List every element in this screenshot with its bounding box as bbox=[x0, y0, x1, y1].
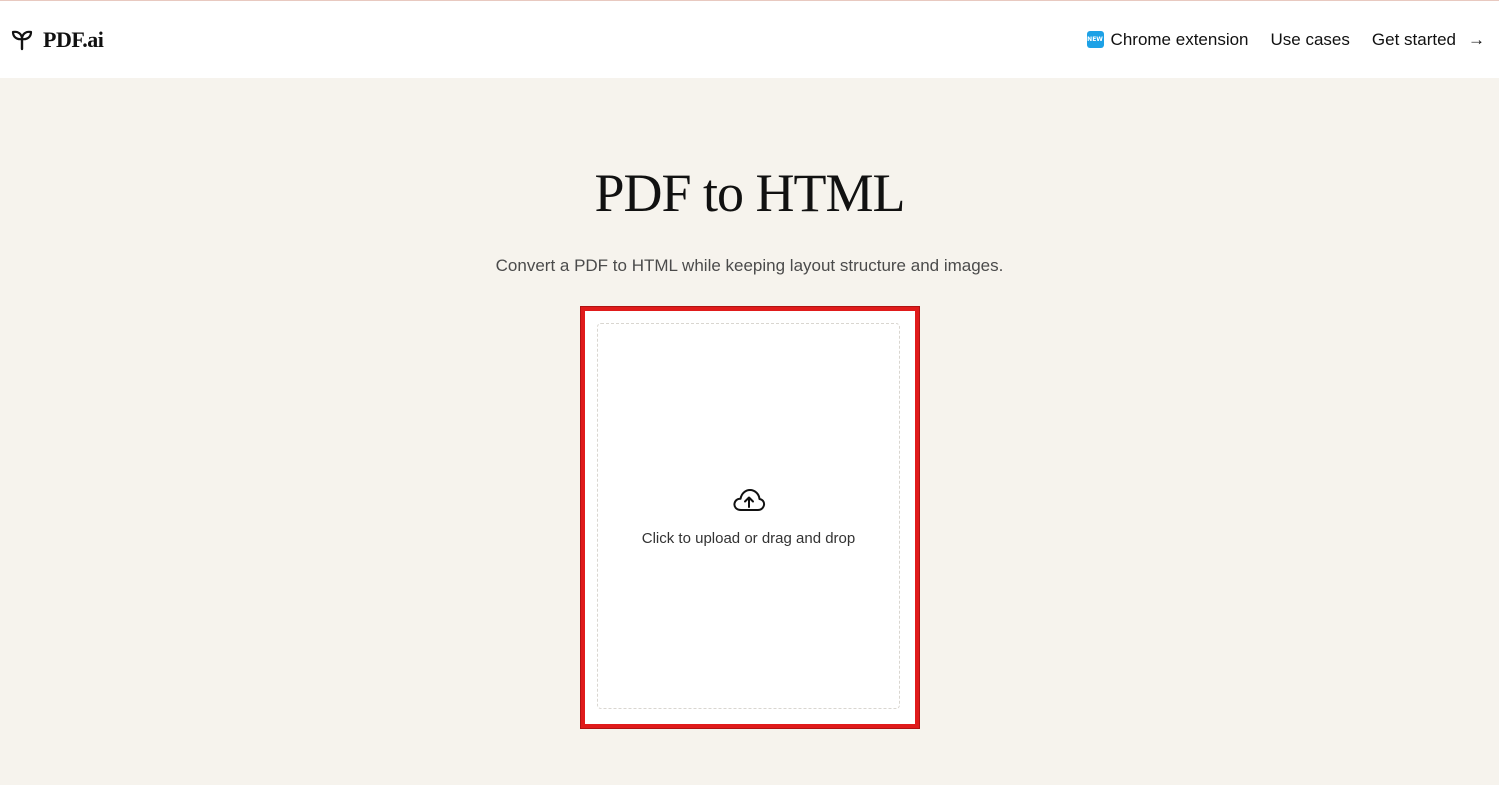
nav-chrome-extension-label: Chrome extension bbox=[1110, 29, 1249, 49]
nav-get-started-label: Get started bbox=[1371, 29, 1456, 49]
nav-use-cases[interactable]: Use cases bbox=[1271, 30, 1350, 50]
nav-get-started[interactable]: Get started → bbox=[1372, 30, 1485, 50]
main-content: PDF to HTML Convert a PDF to HTML while … bbox=[0, 78, 1499, 785]
upload-card: Click to upload or drag and drop bbox=[581, 307, 919, 728]
brand-name: PDF.ai bbox=[43, 26, 104, 52]
nav-use-cases-label: Use cases bbox=[1270, 29, 1350, 49]
brand-logo-link[interactable]: PDF.ai bbox=[10, 26, 104, 53]
page-title: PDF to HTML bbox=[594, 163, 905, 223]
new-badge: NEW bbox=[1086, 31, 1104, 48]
sprout-icon bbox=[11, 30, 33, 50]
upload-instruction: Click to upload or drag and drop bbox=[641, 529, 856, 547]
site-header: PDF.ai NEW Chrome extension Use cases Ge… bbox=[0, 1, 1499, 78]
nav-chrome-extension[interactable]: NEW Chrome extension bbox=[1086, 29, 1249, 50]
page-subtitle: Convert a PDF to HTML while keeping layo… bbox=[495, 256, 1004, 275]
top-nav: NEW Chrome extension Use cases Get start… bbox=[1086, 29, 1485, 50]
cloud-upload-icon bbox=[732, 488, 765, 511]
upload-dropzone[interactable]: Click to upload or drag and drop bbox=[597, 323, 900, 709]
arrow-right-icon: → bbox=[1468, 29, 1485, 49]
